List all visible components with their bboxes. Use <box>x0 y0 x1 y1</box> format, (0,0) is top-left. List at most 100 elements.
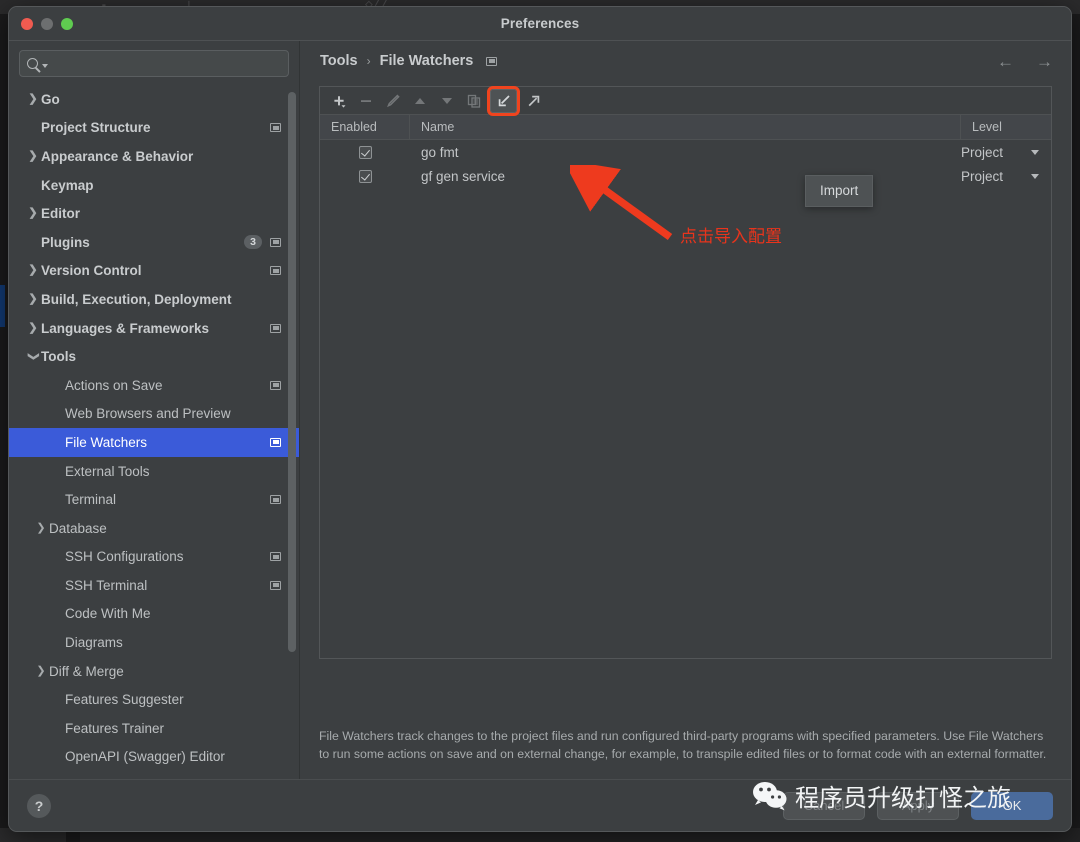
background-selection-edge <box>0 285 5 327</box>
maximize-dot-icon[interactable] <box>61 17 73 30</box>
search-box[interactable] <box>19 50 289 77</box>
sidebar-item-database[interactable]: ❯ Database <box>9 514 299 543</box>
sidebar-item-label: Plugins <box>41 234 90 250</box>
sidebar-item-label: Editor <box>41 206 80 222</box>
sidebar-item-badge: 3 <box>244 235 262 250</box>
enabled-cell[interactable] <box>320 145 410 159</box>
file-watchers-toolbar <box>320 85 1051 116</box>
remove-watcher-button[interactable] <box>352 89 379 113</box>
sidebar-item-label: Keymap <box>41 177 94 193</box>
chevron-right-icon: ❯ <box>28 149 38 162</box>
sidebar-item-label: Project Structure <box>41 120 151 136</box>
sidebar-item-diff-merge[interactable]: ❯ Diff & Merge <box>9 657 299 686</box>
watermark-text: 程序员升级打怪之旅 <box>795 784 1011 812</box>
sidebar-item-project-structure[interactable]: Project Structure <box>9 114 299 143</box>
column-header-name[interactable]: Name <box>410 115 961 139</box>
window-controls <box>9 17 73 30</box>
sidebar-item-ssh-terminal[interactable]: SSH Terminal <box>9 571 299 600</box>
sidebar-item-go[interactable]: ❯ Go <box>9 85 299 114</box>
import-button[interactable] <box>487 85 520 116</box>
sidebar-item-terminal[interactable]: Terminal <box>9 485 299 514</box>
enabled-cell[interactable] <box>320 169 410 183</box>
move-down-button[interactable] <box>433 89 460 113</box>
screen-scope-icon <box>270 495 281 505</box>
sidebar-item-label: Languages & Frameworks <box>41 320 210 336</box>
import-tooltip: Import <box>805 175 874 207</box>
sidebar-item-label: Go <box>41 91 60 107</box>
table-row[interactable]: gf gen service Project <box>320 164 1051 188</box>
watermark: 程序员升级打怪之旅 <box>752 778 1011 813</box>
sidebar-item-label: Diagrams <box>65 635 123 651</box>
sidebar-item-label: Terminal <box>65 492 117 508</box>
close-dot-icon[interactable] <box>21 17 33 30</box>
breadcrumb-parent[interactable]: Tools <box>320 53 358 69</box>
sidebar-item-plugins[interactable]: Plugins 3 <box>9 228 299 257</box>
screen-scope-icon <box>486 56 498 66</box>
sidebar-item-label: Database <box>49 520 107 536</box>
watcher-name-cell: go fmt <box>421 144 459 160</box>
chevron-down-icon: ❯ <box>27 352 40 362</box>
panel-description: File Watchers track changes to the proje… <box>319 729 1047 761</box>
minimize-dot-icon[interactable] <box>41 17 53 30</box>
sidebar-item-web-browsers-and-preview[interactable]: Web Browsers and Preview <box>9 400 299 429</box>
sidebar-item-actions-on-save[interactable]: Actions on Save <box>9 371 299 400</box>
export-button[interactable] <box>520 89 547 113</box>
back-arrow-icon[interactable]: ← <box>997 53 1014 70</box>
sidebar-item-editor[interactable]: ❯ Editor <box>9 199 299 228</box>
sidebar-item-label: Features Suggester <box>65 692 184 708</box>
preferences-dialog: Preferences ❯ Go Project Structure ❯ Appeara… <box>8 6 1072 832</box>
sidebar-item-diagrams[interactable]: Diagrams <box>9 628 299 657</box>
level-cell[interactable]: Project <box>961 169 1051 184</box>
wechat-icon <box>753 781 787 810</box>
level-value: Project <box>961 168 1004 184</box>
column-header-enabled[interactable]: Enabled <box>320 115 410 139</box>
sidebar-item-version-control[interactable]: ❯ Version Control <box>9 257 299 286</box>
watcher-name-cell: gf gen service <box>421 168 506 184</box>
screen-scope-icon <box>270 437 281 447</box>
watchers-table-body[interactable]: go fmt Project gf gen service Project <box>320 140 1051 658</box>
sidebar-item-keymap[interactable]: Keymap <box>9 171 299 200</box>
column-header-level[interactable]: Level <box>961 115 1051 139</box>
copy-watcher-button[interactable] <box>460 89 487 113</box>
sidebar-item-openapi-swagger-editor[interactable]: OpenAPI (Swagger) Editor <box>9 743 299 772</box>
sidebar-item-features-trainer[interactable]: Features Trainer <box>9 714 299 743</box>
chevron-right-icon: ❯ <box>28 292 38 305</box>
sidebar-item-label: Actions on Save <box>65 377 163 393</box>
sidebar-item-ssh-configurations[interactable]: SSH Configurations <box>9 543 299 572</box>
edit-watcher-button[interactable] <box>379 89 406 113</box>
enabled-checkbox[interactable] <box>358 169 372 183</box>
sidebar-item-build-execution-deployment[interactable]: ❯ Build, Execution, Deployment <box>9 285 299 314</box>
sidebar-item-code-with-me[interactable]: Code With Me <box>9 600 299 629</box>
settings-sidebar: ❯ Go Project Structure ❯ Appearance & Behavi… <box>9 41 300 781</box>
sidebar-item-label: SSH Terminal <box>65 577 148 593</box>
add-watcher-button[interactable] <box>325 89 352 113</box>
screen-scope-icon <box>270 552 281 562</box>
enabled-checkbox[interactable] <box>358 145 372 159</box>
sidebar-item-label: Web Browsers and Preview <box>65 406 231 422</box>
help-button[interactable]: ? <box>27 793 51 818</box>
file-watchers-panel: Enabled Name Level go fmt Project gf gen s… <box>319 85 1052 659</box>
sidebar-item-appearance-behavior[interactable]: ❯ Appearance & Behavior <box>9 142 299 171</box>
sidebar-item-external-tools[interactable]: External Tools <box>9 457 299 486</box>
screen-scope-icon <box>270 380 281 390</box>
sidebar-item-features-suggester[interactable]: Features Suggester <box>9 685 299 714</box>
forward-arrow-icon[interactable]: → <box>1036 53 1053 70</box>
move-up-button[interactable] <box>406 89 433 113</box>
sidebar-item-label: Tools <box>41 349 76 365</box>
sidebar-item-languages-frameworks[interactable]: ❯ Languages & Frameworks <box>9 314 299 343</box>
breadcrumb-current: File Watchers <box>379 53 474 69</box>
search-input[interactable] <box>53 56 281 71</box>
chevron-right-icon: ❯ <box>36 664 46 677</box>
chevron-down-icon[interactable] <box>1031 173 1039 179</box>
table-header: Enabled Name Level <box>320 115 1051 140</box>
sidebar-item-file-watchers[interactable]: File Watchers <box>9 428 299 457</box>
sidebar-scrollbar[interactable] <box>288 92 296 652</box>
chevron-down-icon[interactable] <box>1031 149 1039 155</box>
settings-tree[interactable]: ❯ Go Project Structure ❯ Appearance & Behavi… <box>9 85 299 781</box>
search-icon <box>27 58 38 69</box>
level-cell[interactable]: Project <box>961 145 1051 160</box>
table-row[interactable]: go fmt Project <box>320 140 1051 164</box>
window-titlebar: Preferences <box>9 7 1071 41</box>
sidebar-item-tools[interactable]: ❯ Tools <box>9 342 299 371</box>
screen-scope-icon <box>270 323 281 333</box>
